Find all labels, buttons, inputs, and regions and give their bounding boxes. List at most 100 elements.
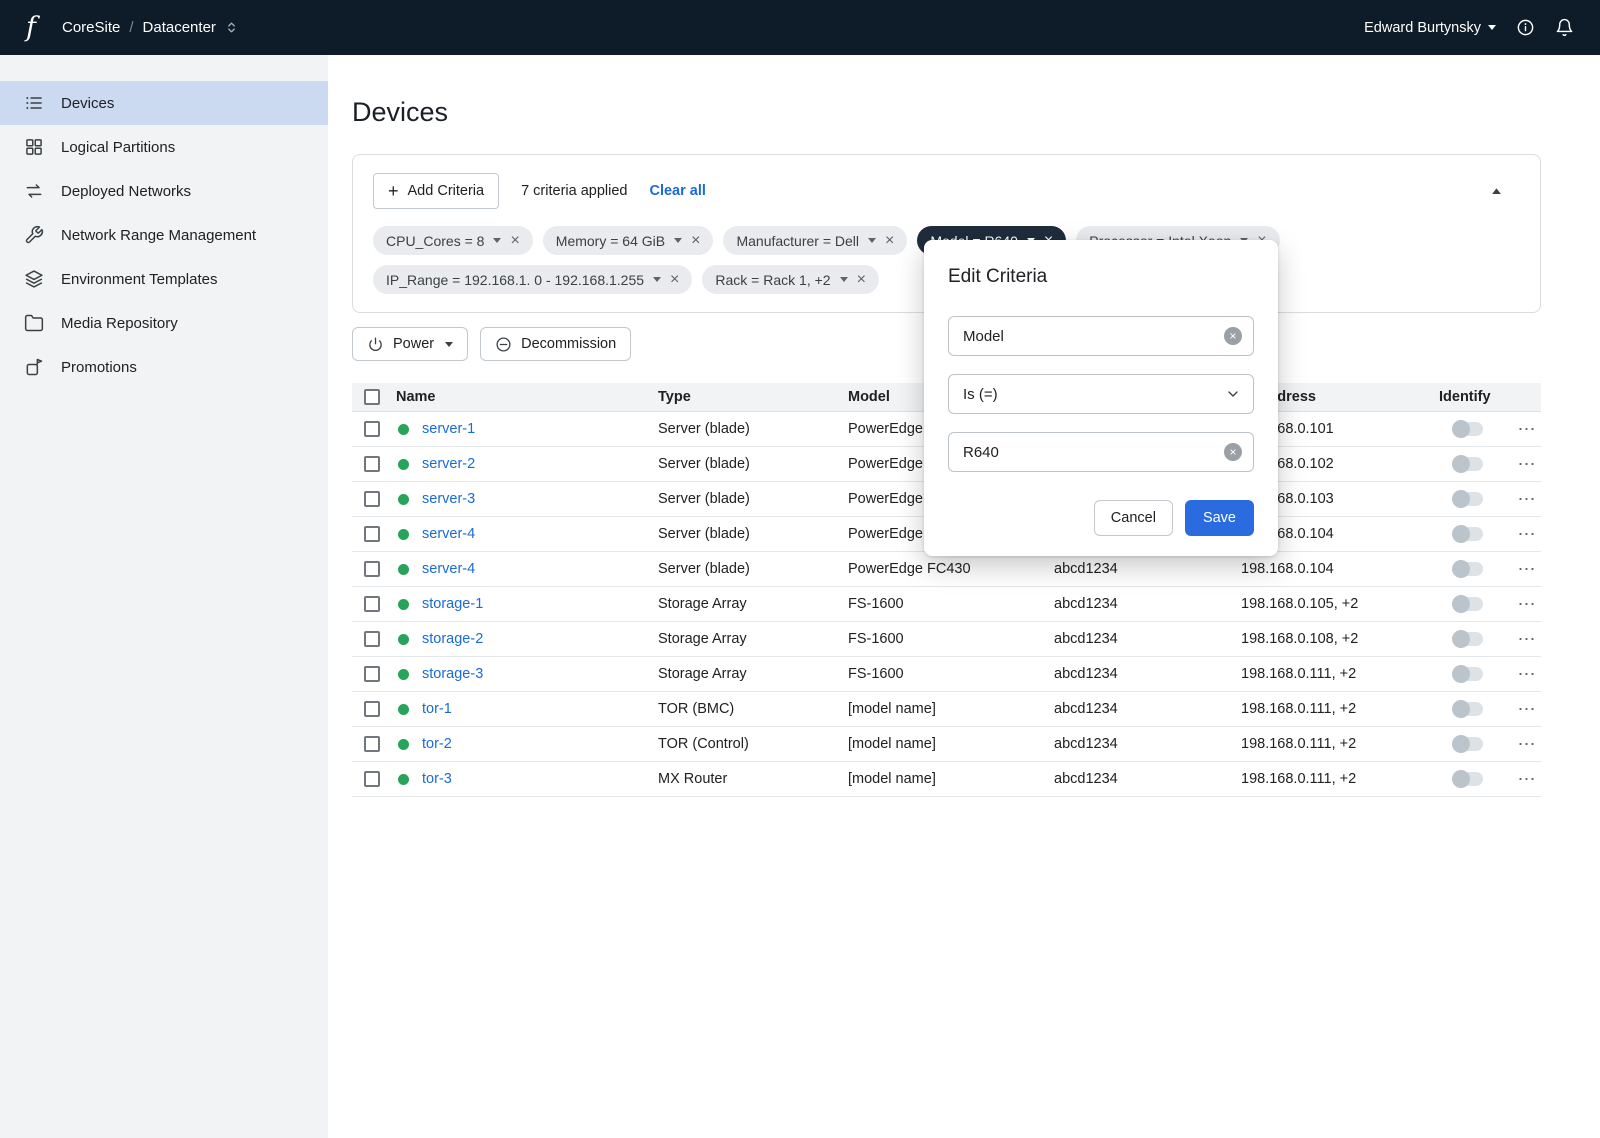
filter-chip-cpu-cores[interactable]: CPU_Cores = 8× [373, 226, 533, 255]
breadcrumb-page[interactable]: Datacenter [143, 19, 216, 36]
status-dot [398, 564, 409, 575]
row-checkbox[interactable] [364, 526, 380, 542]
device-name-link[interactable]: storage-2 [422, 631, 483, 647]
add-criteria-button[interactable]: + Add Criteria [373, 173, 499, 209]
identify-toggle[interactable] [1453, 737, 1483, 751]
chevron-down-icon[interactable] [674, 238, 682, 243]
row-actions-button[interactable]: ⋯ [1513, 489, 1541, 510]
breadcrumb-switcher-icon[interactable] [225, 20, 238, 35]
identify-toggle[interactable] [1453, 667, 1483, 681]
model-cell: FS-1600 [848, 666, 1054, 682]
chip-remove-icon[interactable]: × [885, 233, 894, 249]
row-checkbox[interactable] [364, 736, 380, 752]
device-name-link[interactable]: storage-1 [422, 596, 483, 612]
identify-toggle[interactable] [1453, 562, 1483, 576]
clear-field-icon[interactable]: × [1224, 327, 1242, 345]
identify-toggle[interactable] [1453, 597, 1483, 611]
power-button[interactable]: Power [352, 327, 468, 361]
chip-remove-icon[interactable]: × [670, 272, 679, 288]
device-name-link[interactable]: server-2 [422, 456, 475, 472]
device-name-link[interactable]: server-4 [422, 526, 475, 542]
clear-all-link[interactable]: Clear all [649, 183, 705, 199]
sidebar-item-logical-partitions[interactable]: Logical Partitions [0, 125, 328, 169]
info-icon[interactable] [1516, 18, 1535, 37]
chevron-down-icon[interactable] [653, 277, 661, 282]
type-cell: Storage Array [658, 631, 848, 647]
cancel-button[interactable]: Cancel [1094, 500, 1173, 536]
row-checkbox[interactable] [364, 701, 380, 717]
row-actions-button[interactable]: ⋯ [1513, 419, 1541, 440]
row-checkbox[interactable] [364, 631, 380, 647]
power-button-label: Power [393, 336, 434, 352]
device-name-link[interactable]: server-3 [422, 491, 475, 507]
device-name-link[interactable]: tor-3 [422, 771, 452, 787]
row-actions-button[interactable]: ⋯ [1513, 769, 1541, 790]
bell-icon[interactable] [1555, 18, 1574, 37]
criteria-operator-select[interactable]: Is (=) [948, 374, 1254, 414]
row-actions-button[interactable]: ⋯ [1513, 524, 1541, 545]
device-name-link[interactable]: server-1 [422, 421, 475, 437]
filter-chip-manufacturer[interactable]: Manufacturer = Dell× [723, 226, 907, 255]
decommission-button[interactable]: Decommission [480, 327, 631, 361]
plus-icon: + [388, 182, 399, 200]
device-name-link[interactable]: storage-3 [422, 666, 483, 682]
row-checkbox[interactable] [364, 456, 380, 472]
user-menu[interactable]: Edward Burtynsky [1364, 20, 1496, 36]
chevron-down-icon[interactable] [840, 277, 848, 282]
device-name-link[interactable]: server-4 [422, 561, 475, 577]
criteria-value-input[interactable] [948, 432, 1254, 472]
criteria-field-input[interactable] [948, 316, 1254, 356]
row-actions-button[interactable]: ⋯ [1513, 629, 1541, 650]
chevron-down-icon[interactable] [868, 238, 876, 243]
ip-cell: 198.168.0.111, +2 [1241, 701, 1439, 717]
collapse-panel-icon[interactable] [1489, 184, 1520, 199]
identify-toggle[interactable] [1453, 632, 1483, 646]
filter-chip-rack[interactable]: Rack = Rack 1, +2× [702, 265, 879, 294]
row-actions-button[interactable]: ⋯ [1513, 699, 1541, 720]
chevron-down-icon[interactable] [493, 238, 501, 243]
identify-toggle[interactable] [1453, 702, 1483, 716]
identify-toggle[interactable] [1453, 457, 1483, 471]
row-checkbox[interactable] [364, 561, 380, 577]
row-actions-button[interactable]: ⋯ [1513, 454, 1541, 475]
row-checkbox[interactable] [364, 421, 380, 437]
filter-chip-ip-range[interactable]: IP_Range = 192.168.1. 0 - 192.168.1.255× [373, 265, 692, 294]
chip-remove-icon[interactable]: × [691, 233, 700, 249]
chip-remove-icon[interactable]: × [857, 272, 866, 288]
row-actions-button[interactable]: ⋯ [1513, 594, 1541, 615]
chevron-down-icon [1225, 386, 1241, 402]
row-checkbox[interactable] [364, 596, 380, 612]
serial-cell: abcd1234 [1054, 771, 1241, 787]
status-dot [398, 634, 409, 645]
breadcrumb-org[interactable]: CoreSite [62, 19, 120, 36]
identify-toggle[interactable] [1453, 527, 1483, 541]
table-row: server-4Server (blade)PowerEdge FC430abc… [352, 552, 1541, 587]
chip-remove-icon[interactable]: × [510, 233, 519, 249]
sidebar-item-devices[interactable]: Devices [0, 81, 328, 125]
row-checkbox[interactable] [364, 491, 380, 507]
topbar: f CoreSite / Datacenter Edward Burtynsky [0, 0, 1600, 55]
identify-toggle[interactable] [1453, 772, 1483, 786]
row-actions-button[interactable]: ⋯ [1513, 734, 1541, 755]
row-actions-button[interactable]: ⋯ [1513, 559, 1541, 580]
device-name-link[interactable]: tor-1 [422, 701, 452, 717]
select-all-checkbox[interactable] [364, 389, 380, 405]
model-cell: FS-1600 [848, 631, 1054, 647]
clear-value-icon[interactable]: × [1224, 443, 1242, 461]
row-checkbox[interactable] [364, 666, 380, 682]
row-actions-button[interactable]: ⋯ [1513, 664, 1541, 685]
type-cell: Server (blade) [658, 561, 848, 577]
sidebar-item-promotions[interactable]: Promotions [0, 345, 328, 389]
app-logo: f [26, 14, 36, 41]
filter-chip-memory[interactable]: Memory = 64 GiB× [543, 226, 714, 255]
identify-toggle[interactable] [1453, 422, 1483, 436]
sidebar-item-deployed-networks[interactable]: Deployed Networks [0, 169, 328, 213]
status-dot [398, 459, 409, 470]
save-button[interactable]: Save [1185, 500, 1254, 536]
sidebar-item-media-repository[interactable]: Media Repository [0, 301, 328, 345]
row-checkbox[interactable] [364, 771, 380, 787]
device-name-link[interactable]: tor-2 [422, 736, 452, 752]
identify-toggle[interactable] [1453, 492, 1483, 506]
sidebar-item-environment-templates[interactable]: Environment Templates [0, 257, 328, 301]
sidebar-item-network-range-management[interactable]: Network Range Management [0, 213, 328, 257]
